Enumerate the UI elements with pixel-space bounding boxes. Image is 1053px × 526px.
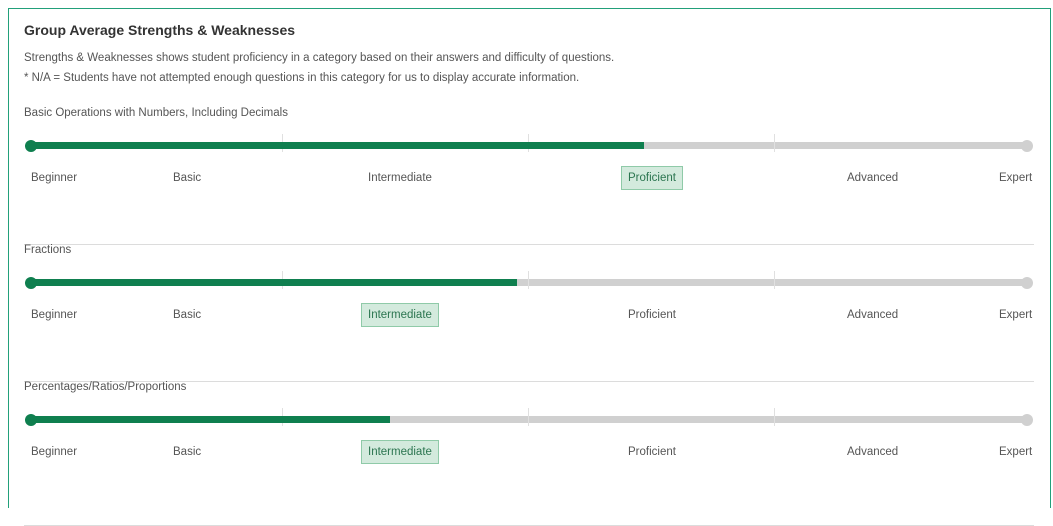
card-description: Strengths & Weaknesses shows student pro… [24,52,615,64]
current-level-badge: Proficient [621,166,683,190]
level-tick [774,408,775,426]
proficiency-bar [25,271,1033,289]
track-end-dot [1021,414,1033,426]
level-label: Expert [999,172,1033,184]
category-name: Basic Operations with Numbers, Including… [24,107,288,119]
level-label: Advanced [847,172,899,184]
level-tick [774,271,775,289]
current-level-badge: Intermediate [361,440,439,464]
proficiency-bar [25,134,1033,152]
level-label: Basic [173,172,202,184]
level-label: Beginner [31,309,78,321]
level-label: Expert [999,446,1033,458]
level-label: Expert [999,309,1033,321]
track-start-dot [25,277,37,289]
proficiency-fill [31,416,390,423]
card-note: * N/A = Students have not attempted enou… [24,72,580,84]
level-label: Advanced [847,309,899,321]
level-label: Basic [173,446,202,458]
level-label: Basic [173,309,202,321]
proficiency-bar [25,408,1033,426]
category-row: Fractions Beginner Basic Intermediate Profic… [24,244,1034,382]
track-start-dot [25,414,37,426]
level-label: Proficient [628,309,676,321]
category-row: Percentages/Ratios/Proportions Beginner Ba… [24,381,1034,526]
level-labels: Beginner Basic Intermediate Proficient Advan… [24,166,1034,190]
level-tick [774,134,775,152]
proficiency-fill [31,279,517,286]
level-label: Intermediate [368,172,432,184]
track-start-dot [25,140,37,152]
level-tick [528,408,529,426]
level-label: Advanced [847,446,899,458]
category-row: Basic Operations with Numbers, Including… [24,107,1034,245]
level-tick [528,271,529,289]
track-end-dot [1021,277,1033,289]
card-title: Group Average Strengths & Weaknesses [24,22,296,38]
level-label: Beginner [31,172,78,184]
category-name: Percentages/Ratios/Proportions [24,381,187,393]
level-label: Proficient [628,446,676,458]
track-end-dot [1021,140,1033,152]
proficiency-fill [31,142,644,149]
level-labels: Beginner Basic Intermediate Proficient Advan… [24,303,1034,327]
category-name: Fractions [24,244,72,256]
current-level-badge: Intermediate [361,303,439,327]
strengths-weaknesses-card: Group Average Strengths & Weaknesses Str… [8,8,1051,526]
level-label: Beginner [31,446,78,458]
level-labels: Beginner Basic Intermediate Proficient Advan… [24,440,1034,464]
